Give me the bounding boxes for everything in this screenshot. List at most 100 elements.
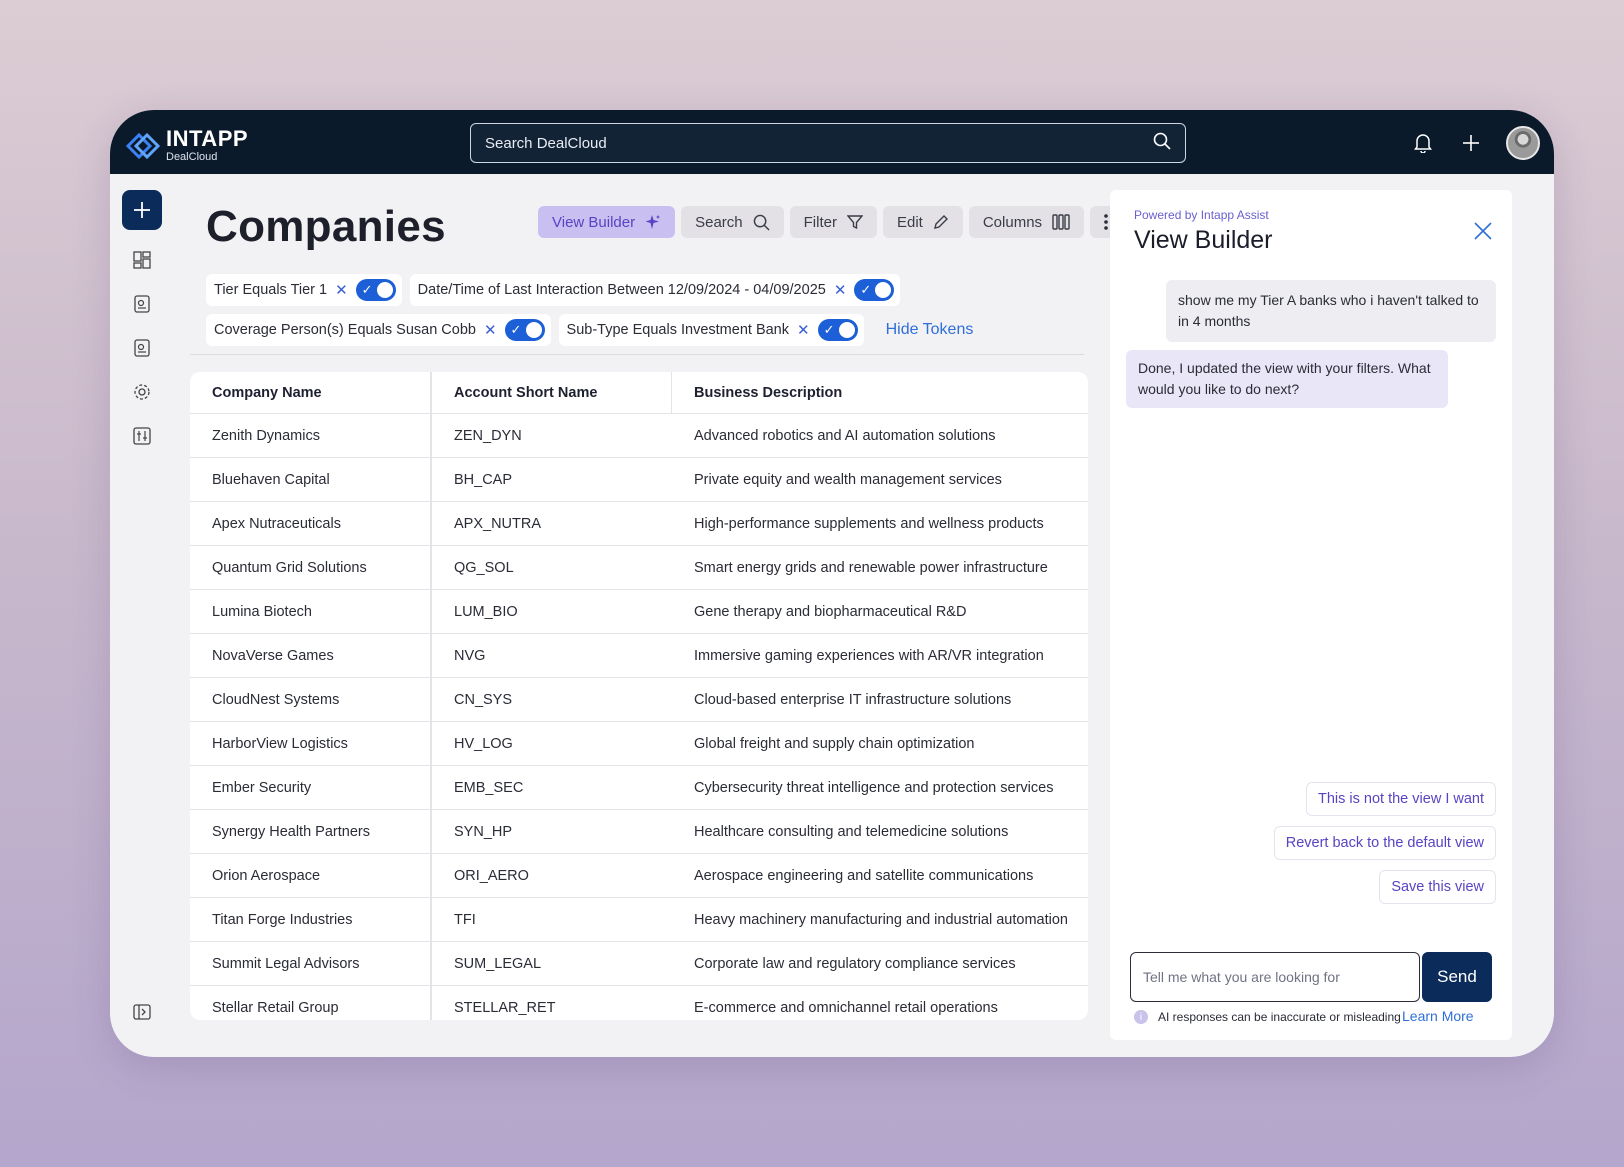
table-row[interactable]: Stellar Retail Group STELLAR_RET E-commerc…	[190, 986, 1088, 1020]
company-name-cell: NovaVerse Games	[190, 634, 432, 677]
check-icon: ✓	[823, 322, 835, 337]
column-header-business-description[interactable]: Business Description	[672, 372, 1088, 413]
user-avatar[interactable]	[1506, 126, 1540, 160]
filter-chip-label: Coverage Person(s) Equals Susan Cobb	[214, 322, 476, 338]
view-builder-panel: Powered by Intapp Assist View Builder sh…	[1110, 190, 1512, 1040]
table-row[interactable]: HarborView Logistics HV_LOG Global freight…	[190, 722, 1088, 766]
search-input[interactable]	[485, 134, 1153, 152]
company-name-cell: Titan Forge Industries	[190, 898, 432, 941]
table-row[interactable]: Summit Legal Advisors SUM_LEGAL Corporate …	[190, 942, 1088, 986]
business-description-cell: Aerospace engineering and satellite comm…	[694, 867, 1034, 884]
remove-filter-icon[interactable]: ✕	[797, 321, 810, 339]
reports-icon[interactable]	[132, 338, 152, 358]
company-name-cell: Synergy Health Partners	[190, 810, 432, 853]
business-description-cell: Advanced robotics and AI automation solu…	[694, 427, 996, 444]
filter-chip-label: Sub-Type Equals Investment Bank	[566, 322, 789, 338]
account-short-name-cell: BH_CAP	[454, 471, 513, 488]
account-short-name-cell: SYN_HP	[454, 823, 513, 840]
company-name-cell: Orion Aerospace	[190, 854, 432, 897]
intapp-logo-icon	[126, 132, 160, 159]
add-icon[interactable]	[1458, 130, 1484, 156]
table-row[interactable]: Bluehaven Capital BH_CAP Private equity an…	[190, 458, 1088, 502]
global-search[interactable]	[470, 123, 1186, 163]
account-short-name-cell: EMB_SEC	[454, 779, 524, 796]
filter-chip-label: Tier Equals Tier 1	[214, 282, 328, 298]
column-header-account-short-name[interactable]: Account Short Name	[432, 372, 672, 413]
account-short-name-cell: HV_LOG	[454, 735, 513, 752]
suggestion-save-view[interactable]: Save this view	[1379, 870, 1496, 904]
table-row[interactable]: Synergy Health Partners SYN_HP Healthcare …	[190, 810, 1088, 854]
powered-by-prefix: Powered by	[1134, 208, 1201, 222]
filter-chip: Coverage Person(s) Equals Susan Cobb ✕ ✓	[206, 314, 551, 346]
business-description-cell: Cloud-based enterprise IT infrastructure…	[694, 691, 1012, 708]
suggestion-not-the-view[interactable]: This is not the view I want	[1305, 782, 1496, 816]
info-icon: i	[1134, 1010, 1148, 1024]
company-name-cell: Zenith Dynamics	[190, 414, 432, 457]
business-description-cell: Healthcare consulting and telemedicine s…	[694, 823, 1009, 840]
filter-button[interactable]: Filter	[789, 206, 877, 238]
account-short-name-cell: ZEN_DYN	[454, 427, 522, 444]
table-row[interactable]: Zenith Dynamics ZEN_DYN Advanced robotics …	[190, 414, 1088, 458]
company-name-cell: Bluehaven Capital	[190, 458, 432, 501]
disclaimer-text: AI responses can be inaccurate or mislea…	[1158, 1010, 1401, 1024]
assistant-message: Done, I updated the view with your filte…	[1126, 350, 1448, 408]
filter-toggle[interactable]: ✓	[817, 319, 858, 341]
filter-toggle[interactable]: ✓	[854, 279, 895, 301]
search-button[interactable]: Search	[681, 206, 784, 238]
table-body: Zenith Dynamics ZEN_DYN Advanced robotics …	[190, 414, 1088, 1020]
filter-toggle[interactable]: ✓	[504, 319, 545, 341]
table-row[interactable]: Titan Forge Industries TFI Heavy machinery…	[190, 898, 1088, 942]
divider	[190, 354, 1084, 355]
check-icon: ✓	[860, 282, 872, 297]
edit-button[interactable]: Edit	[882, 206, 963, 238]
view-builder-button[interactable]: View Builder	[538, 206, 676, 238]
learn-more-link[interactable]: Learn More	[1402, 1008, 1474, 1024]
settings-icon[interactable]	[132, 382, 152, 402]
companies-table: Company Name Account Short Name Business…	[190, 372, 1088, 1020]
company-name-cell: CloudNest Systems	[190, 678, 432, 721]
filter-chip: Sub-Type Equals Investment Bank ✕ ✓	[558, 314, 864, 346]
remove-filter-icon[interactable]: ✕	[834, 281, 847, 299]
chat-input-box[interactable]	[1130, 952, 1420, 1002]
table-row[interactable]: Orion Aerospace ORI_AERO Aerospace enginee…	[190, 854, 1088, 898]
columns-button[interactable]: Columns	[968, 206, 1085, 238]
filter-chip: Date/Time of Last Interaction Between 12…	[409, 274, 901, 306]
account-short-name-cell: APX_NUTRA	[454, 515, 542, 532]
bell-icon[interactable]	[1410, 130, 1436, 156]
table-row[interactable]: Lumina Biotech LUM_BIO Gene therapy and bi…	[190, 590, 1088, 634]
business-description-cell: Smart energy grids and renewable power i…	[694, 559, 1048, 576]
remove-filter-icon[interactable]: ✕	[484, 321, 497, 339]
table-row[interactable]: Apex Nutraceuticals APX_NUTRA High-perform…	[190, 502, 1088, 546]
business-description-cell: Cybersecurity threat intelligence and pr…	[694, 779, 1054, 796]
table-row[interactable]: NovaVerse Games NVG Immersive gaming exper…	[190, 634, 1088, 678]
table-row[interactable]: Quantum Grid Solutions QG_SOL Smart energy…	[190, 546, 1088, 590]
page-title: Companies	[206, 202, 446, 251]
brand-logo[interactable]: INTAPP DealCloud	[126, 128, 248, 163]
table-row[interactable]: Ember Security EMB_SEC Cybersecurity threa…	[190, 766, 1088, 810]
chat-input[interactable]	[1143, 969, 1407, 985]
search-icon	[753, 214, 770, 231]
calculator-icon[interactable]	[132, 426, 152, 446]
dashboard-icon[interactable]	[132, 250, 152, 270]
table-header: Company Name Account Short Name Business…	[190, 372, 1088, 414]
remove-filter-icon[interactable]: ✕	[335, 281, 348, 299]
edit-label: Edit	[896, 213, 923, 231]
brand-product: DealCloud	[166, 151, 218, 163]
view-builder-label: View Builder	[552, 213, 636, 231]
business-description-cell: E-commerce and omnichannel retail operat…	[694, 999, 998, 1016]
search-icon[interactable]	[1153, 132, 1171, 155]
pencil-icon	[933, 215, 948, 229]
account-short-name-cell: NVG	[454, 647, 486, 664]
filter-toggle[interactable]: ✓	[355, 279, 396, 301]
send-button[interactable]: Send	[1422, 952, 1492, 1002]
hide-tokens-link[interactable]: Hide Tokens	[886, 321, 974, 339]
expand-sidebar-icon[interactable]	[132, 1002, 152, 1022]
business-description-cell: Private equity and wealth management ser…	[694, 471, 1002, 488]
create-button[interactable]	[122, 190, 162, 230]
records-icon[interactable]	[132, 294, 152, 314]
close-icon[interactable]	[1470, 218, 1496, 244]
kebab-menu-icon	[1104, 214, 1108, 230]
table-row[interactable]: CloudNest Systems CN_SYS Cloud-based enter…	[190, 678, 1088, 722]
suggestion-revert-default[interactable]: Revert back to the default view	[1273, 826, 1496, 860]
column-header-company-name[interactable]: Company Name	[190, 372, 432, 413]
